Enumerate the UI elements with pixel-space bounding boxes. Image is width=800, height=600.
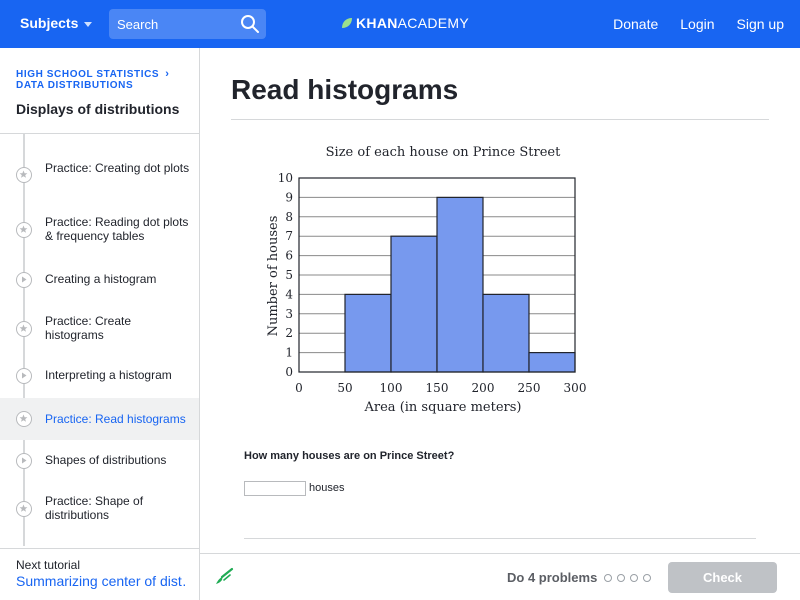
video-play-icon xyxy=(16,368,32,384)
khan-academy-logo[interactable]: KHANACADEMY xyxy=(341,15,469,31)
sidebar: Practice: Creating dot plots Practice: R… xyxy=(0,48,200,600)
answer-input[interactable] xyxy=(244,481,306,496)
sidebar-item-interpreting-histogram[interactable]: Interpreting a histogram xyxy=(0,359,199,393)
practice-star-icon xyxy=(16,321,32,337)
y-tick-label: 2 xyxy=(285,326,293,340)
logo-academy: ACADEMY xyxy=(397,15,469,31)
next-tutorial-label: Next tutorial xyxy=(16,558,81,572)
histogram-bar xyxy=(528,352,576,373)
histogram-svg: Size of each house on Prince Street 0 1 2 3… xyxy=(266,145,586,415)
y-tick-label: 0 xyxy=(285,365,293,379)
login-link[interactable]: Login xyxy=(680,16,714,32)
y-tick-label: 8 xyxy=(285,210,293,224)
divider xyxy=(244,538,756,539)
video-play-icon xyxy=(16,453,32,469)
practice-star-icon xyxy=(16,501,32,517)
sidebar-item-label: Practice: Read histograms xyxy=(45,412,186,426)
leaf-icon xyxy=(342,18,352,28)
y-tick-label: 5 xyxy=(285,268,293,282)
x-tick-label: 0 xyxy=(295,381,303,395)
search-box xyxy=(109,9,266,39)
scratchpad-icon[interactable] xyxy=(213,566,235,588)
sidebar-item-shape-of-distributions[interactable]: Practice: Shape of distributions xyxy=(0,486,199,530)
logo-khan: KHAN xyxy=(356,15,398,31)
progress-dot xyxy=(643,574,651,582)
nav-links: Donate Login Sign up xyxy=(613,16,784,32)
histogram-bar xyxy=(482,293,530,373)
do-problems-label: Do 4 problems xyxy=(507,570,598,585)
sidebar-header: HIGH SCHOOL STATISTICS › DATA DISTRIBUTI… xyxy=(0,48,199,134)
x-tick-label: 50 xyxy=(337,381,352,395)
x-tick-label: 200 xyxy=(472,381,495,395)
top-nav: Subjects KHANACADEMY Donate Login Sign u… xyxy=(0,0,800,48)
progress-dot xyxy=(617,574,625,582)
y-tick-label: 6 xyxy=(285,249,293,263)
practice-star-icon xyxy=(16,167,32,183)
x-tick-label: 250 xyxy=(518,381,541,395)
histogram-bar xyxy=(436,196,484,373)
sidebar-item-label: Interpreting a histogram xyxy=(45,368,172,382)
sidebar-title: Displays of distributions xyxy=(16,101,180,117)
progress-dots xyxy=(604,574,651,582)
y-tick-label: 10 xyxy=(278,171,293,185)
next-tutorial-link[interactable]: Summarizing center of dist… xyxy=(16,573,186,589)
answer-unit: houses xyxy=(309,482,345,494)
y-tick-label: 9 xyxy=(285,190,293,204)
x-tick-label: 100 xyxy=(380,381,403,395)
divider xyxy=(231,119,769,120)
sidebar-item-read-histograms[interactable]: Practice: Read histograms xyxy=(0,398,199,440)
chart-title: Size of each house on Prince Street xyxy=(326,145,561,160)
histogram-bar xyxy=(344,293,392,373)
y-tick-label: 4 xyxy=(285,287,293,301)
signup-link[interactable]: Sign up xyxy=(737,16,784,32)
sidebar-item-label: Practice: Create histograms xyxy=(45,314,132,342)
histogram-bar xyxy=(390,235,438,373)
sidebar-item-label: Shapes of distributions xyxy=(45,453,167,467)
bottom-bar: Do 4 problems Check xyxy=(200,553,800,600)
chevron-right-icon: › xyxy=(165,68,170,80)
video-play-icon xyxy=(16,272,32,288)
practice-star-icon xyxy=(16,411,32,427)
x-tick-label: 300 xyxy=(564,381,587,395)
question-text: How many houses are on Prince Street? xyxy=(244,450,455,462)
sidebar-item-creating-histogram[interactable]: Creating a histogram xyxy=(0,263,199,297)
search-icon[interactable] xyxy=(240,14,260,34)
breadcrumb-course[interactable]: HIGH SCHOOL STATISTICS › xyxy=(16,68,169,80)
histogram-chart: Size of each house on Prince Street 0 1 2 3… xyxy=(255,140,605,425)
x-axis-label: Area (in square meters) xyxy=(364,400,522,415)
y-axis-label: Number of houses xyxy=(266,216,281,337)
search-input[interactable] xyxy=(109,9,234,39)
sidebar-item-label: Practice: Creating dot plots xyxy=(45,161,190,175)
sidebar-item-reading-dot-plots[interactable]: Practice: Reading dot plots & frequency … xyxy=(0,206,199,254)
y-tick-label: 1 xyxy=(285,346,293,360)
sidebar-item-shapes-of-distributions[interactable]: Shapes of distributions xyxy=(0,444,199,478)
sidebar-item-label: Practice: Reading dot plots & frequency … xyxy=(45,215,189,243)
breadcrumb-course-label: HIGH SCHOOL STATISTICS xyxy=(16,68,160,80)
sidebar-item-create-histograms[interactable]: Practice: Create histograms xyxy=(0,306,199,350)
subjects-menu[interactable]: Subjects xyxy=(20,15,93,31)
donate-link[interactable]: Donate xyxy=(613,16,658,32)
sidebar-item-label: Practice: Shape of distributions xyxy=(45,494,144,522)
progress-dot xyxy=(630,574,638,582)
y-tick-label: 7 xyxy=(285,229,293,243)
sidebar-footer: Next tutorial Summarizing center of dist… xyxy=(0,548,199,600)
practice-star-icon xyxy=(16,222,32,238)
sidebar-item-label: Creating a histogram xyxy=(45,272,157,286)
x-tick-label: 150 xyxy=(426,381,449,395)
y-tick-label: 3 xyxy=(285,307,293,321)
x-tick-labels: 0 50 100 150 200 250 300 xyxy=(295,381,586,395)
sidebar-item-creating-dot-plots[interactable]: Practice: Creating dot plots xyxy=(0,153,199,197)
check-button[interactable]: Check xyxy=(668,562,777,593)
chart-bars xyxy=(344,196,576,373)
caret-down-icon xyxy=(84,21,93,27)
page-title: Read histograms xyxy=(231,74,459,105)
subjects-label: Subjects xyxy=(20,15,79,31)
breadcrumb-unit[interactable]: DATA DISTRIBUTIONS xyxy=(16,80,133,91)
progress-dot xyxy=(604,574,612,582)
